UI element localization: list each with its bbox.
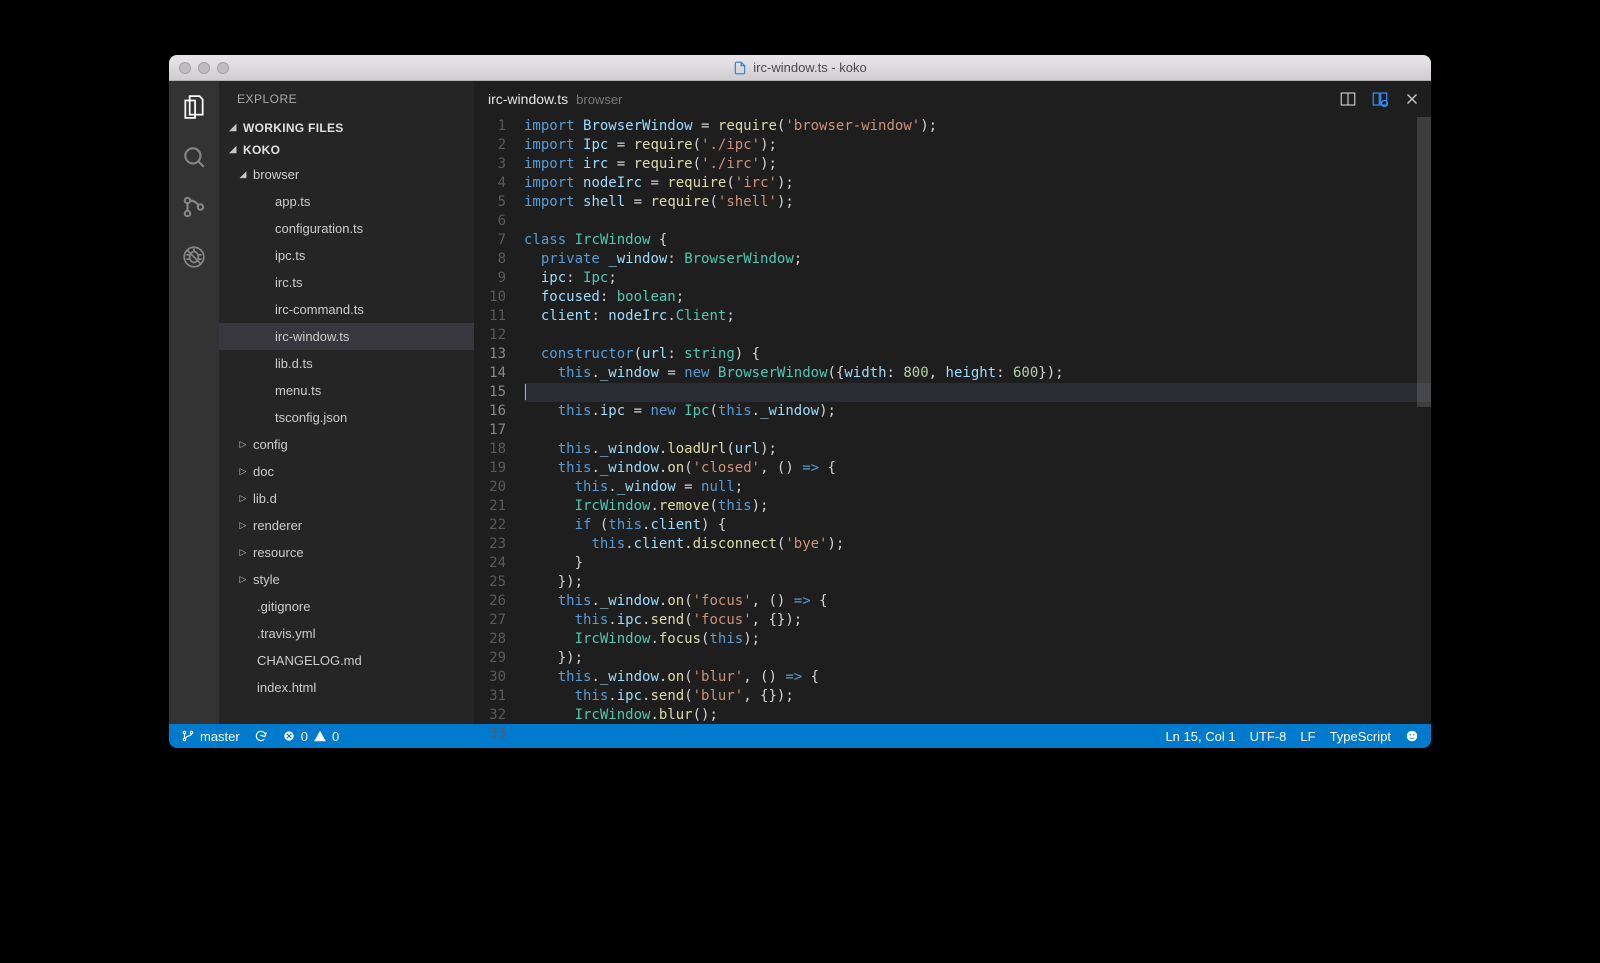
sidebar-title: EXPLORE xyxy=(219,81,474,117)
tree-folder[interactable]: ▷ lib.d xyxy=(219,485,474,512)
section-label: WORKING FILES xyxy=(243,121,344,135)
tree-item-label: config xyxy=(253,437,288,452)
chevron-right-icon: ▷ xyxy=(237,547,249,558)
tree-file[interactable]: irc-command.ts xyxy=(219,296,474,323)
scrollbar-track[interactable] xyxy=(1417,117,1431,724)
file-tree: ◢ browser app.ts configuration.ts ipc.ts irc.… xyxy=(219,161,474,724)
tree-folder[interactable]: ▷ renderer xyxy=(219,512,474,539)
tree-file[interactable]: configuration.ts xyxy=(219,215,474,242)
debug-icon[interactable] xyxy=(180,243,208,271)
tree-item-label: irc.ts xyxy=(275,275,302,290)
tree-item-label: .gitignore xyxy=(257,599,310,614)
split-editor-icon[interactable] xyxy=(1339,90,1357,108)
warning-count: 0 xyxy=(332,729,339,744)
tree-file[interactable]: irc.ts xyxy=(219,269,474,296)
activity-bar xyxy=(169,81,219,724)
tree-item-label: browser xyxy=(253,167,299,182)
scrollbar-thumb[interactable] xyxy=(1417,117,1431,407)
section-project[interactable]: ◢ KOKO xyxy=(219,139,474,161)
chevron-right-icon: ▷ xyxy=(237,439,249,450)
tree-item-label: renderer xyxy=(253,518,302,533)
tree-file[interactable]: lib.d.ts xyxy=(219,350,474,377)
code-area[interactable]: 1234567891011121314151617181920212223242… xyxy=(474,117,1431,724)
tree-folder[interactable]: ▷ style xyxy=(219,566,474,593)
tree-item-label: ipc.ts xyxy=(275,248,305,263)
tree-item-label: irc-command.ts xyxy=(275,302,364,317)
body: EXPLORE ◢ WORKING FILES ◢ KOKO ◢ browser a… xyxy=(169,81,1431,724)
tree-file[interactable]: index.html xyxy=(219,674,474,701)
status-bar: master 0 0 Ln 15, Col 1 UTF-8 LF TypeScr… xyxy=(169,724,1431,748)
error-count: 0 xyxy=(301,729,308,744)
window-title: irc-window.ts - koko xyxy=(169,60,1431,75)
branch-name: master xyxy=(200,729,240,744)
tree-file[interactable]: tsconfig.json xyxy=(219,404,474,431)
tree-item-label: index.html xyxy=(257,680,316,695)
tree-file[interactable]: .gitignore xyxy=(219,593,474,620)
open-file-label[interactable]: irc-window.ts browser xyxy=(488,91,622,107)
tree-item-label: lib.d xyxy=(253,491,277,506)
tree-item-label: irc-window.ts xyxy=(275,329,349,344)
status-position[interactable]: Ln 15, Col 1 xyxy=(1165,729,1235,744)
section-working-files[interactable]: ◢ WORKING FILES xyxy=(219,117,474,139)
tree-file[interactable]: menu.ts xyxy=(219,377,474,404)
tree-item-label: tsconfig.json xyxy=(275,410,347,425)
tree-item-label: doc xyxy=(253,464,274,479)
chevron-right-icon: ▷ xyxy=(237,466,249,477)
file-icon xyxy=(733,61,747,75)
status-feedback-icon[interactable] xyxy=(1405,729,1419,743)
code-text[interactable]: import BrowserWindow = require('browser-… xyxy=(524,117,1431,724)
status-eol[interactable]: LF xyxy=(1300,729,1315,744)
status-language[interactable]: TypeScript xyxy=(1330,729,1391,744)
tree-folder[interactable]: ▷ config xyxy=(219,431,474,458)
status-branch[interactable]: master xyxy=(181,729,240,744)
tree-folder[interactable]: ◢ browser xyxy=(219,161,474,188)
line-gutter: 1234567891011121314151617181920212223242… xyxy=(474,117,524,724)
editor: irc-window.ts browser 12345678910111 xyxy=(474,81,1431,724)
tree-item-label: resource xyxy=(253,545,304,560)
section-label: KOKO xyxy=(243,143,280,157)
search-icon[interactable] xyxy=(180,143,208,171)
explorer-icon[interactable] xyxy=(180,93,208,121)
status-sync[interactable] xyxy=(254,729,268,743)
tree-file[interactable]: CHANGELOG.md xyxy=(219,647,474,674)
filepath: browser xyxy=(576,92,622,107)
tree-folder[interactable]: ▷ resource xyxy=(219,539,474,566)
tree-item-label: .travis.yml xyxy=(257,626,316,641)
close-icon[interactable] xyxy=(1403,90,1421,108)
sidebar: EXPLORE ◢ WORKING FILES ◢ KOKO ◢ browser a… xyxy=(219,81,474,724)
chevron-down-icon: ◢ xyxy=(227,122,239,133)
tree-file[interactable]: app.ts xyxy=(219,188,474,215)
tree-item-label: lib.d.ts xyxy=(275,356,313,371)
titlebar[interactable]: irc-window.ts - koko xyxy=(169,55,1431,81)
tree-item-label: app.ts xyxy=(275,194,310,209)
chevron-right-icon: ▷ xyxy=(237,520,249,531)
tree-file[interactable]: ipc.ts xyxy=(219,242,474,269)
tree-folder[interactable]: ▷ doc xyxy=(219,458,474,485)
git-icon[interactable] xyxy=(180,193,208,221)
status-encoding[interactable]: UTF-8 xyxy=(1250,729,1287,744)
chevron-down-icon: ◢ xyxy=(237,169,249,180)
app-window: irc-window.ts - koko EXPLORE ◢ WORKING F… xyxy=(169,55,1431,748)
compare-icon[interactable] xyxy=(1371,90,1389,108)
status-problems[interactable]: 0 0 xyxy=(282,729,339,744)
chevron-down-icon: ◢ xyxy=(227,144,239,155)
tree-item-label: style xyxy=(253,572,280,587)
chevron-right-icon: ▷ xyxy=(237,493,249,504)
filename: irc-window.ts xyxy=(488,91,568,107)
tree-file[interactable]: irc-window.ts xyxy=(219,323,474,350)
tree-item-label: menu.ts xyxy=(275,383,321,398)
tree-file[interactable]: .travis.yml xyxy=(219,620,474,647)
chevron-right-icon: ▷ xyxy=(237,574,249,585)
tree-item-label: configuration.ts xyxy=(275,221,363,236)
editor-tabs: irc-window.ts browser xyxy=(474,81,1431,117)
tree-item-label: CHANGELOG.md xyxy=(257,653,362,668)
